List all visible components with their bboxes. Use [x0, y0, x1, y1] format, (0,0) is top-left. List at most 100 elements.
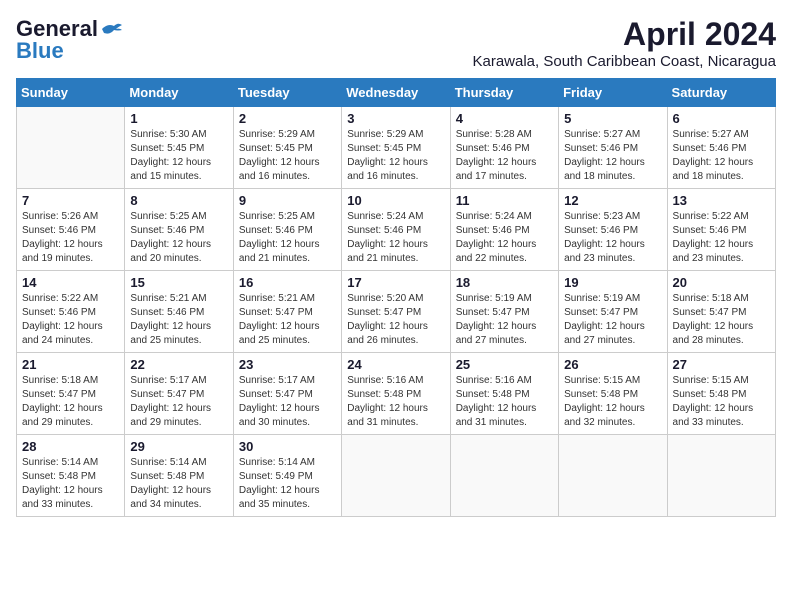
calendar-day-cell: 26 Sunrise: 5:15 AMSunset: 5:48 PMDayligh…	[559, 353, 667, 435]
calendar-day-cell	[667, 435, 775, 517]
day-info: Sunrise: 5:20 AMSunset: 5:47 PMDaylight:…	[347, 292, 444, 348]
day-number: 28	[22, 439, 119, 454]
day-number: 22	[130, 357, 227, 372]
calendar-day-cell	[17, 107, 125, 189]
location-subtitle: Karawala, South Caribbean Coast, Nicarag…	[472, 53, 776, 70]
day-number: 16	[239, 275, 336, 290]
day-number: 29	[130, 439, 227, 454]
calendar-col-header-friday: Friday	[559, 79, 667, 107]
calendar-col-header-monday: Monday	[125, 79, 233, 107]
day-number: 13	[673, 193, 770, 208]
day-number: 15	[130, 275, 227, 290]
calendar-day-cell	[342, 435, 450, 517]
day-number: 26	[564, 357, 661, 372]
day-number: 12	[564, 193, 661, 208]
calendar-day-cell: 29 Sunrise: 5:14 AMSunset: 5:48 PMDayligh…	[125, 435, 233, 517]
calendar-day-cell: 9 Sunrise: 5:25 AMSunset: 5:46 PMDaylight…	[233, 189, 341, 271]
day-info: Sunrise: 5:18 AMSunset: 5:47 PMDaylight:…	[673, 292, 770, 348]
calendar-day-cell: 21 Sunrise: 5:18 AMSunset: 5:47 PMDayligh…	[17, 353, 125, 435]
calendar-day-cell: 8 Sunrise: 5:25 AMSunset: 5:46 PMDaylight…	[125, 189, 233, 271]
day-number: 20	[673, 275, 770, 290]
day-number: 19	[564, 275, 661, 290]
day-info: Sunrise: 5:14 AMSunset: 5:48 PMDaylight:…	[130, 456, 227, 512]
calendar-day-cell: 27 Sunrise: 5:15 AMSunset: 5:48 PMDayligh…	[667, 353, 775, 435]
day-number: 2	[239, 111, 336, 126]
calendar-day-cell: 24 Sunrise: 5:16 AMSunset: 5:48 PMDayligh…	[342, 353, 450, 435]
day-number: 30	[239, 439, 336, 454]
day-info: Sunrise: 5:15 AMSunset: 5:48 PMDaylight:…	[673, 374, 770, 430]
day-info: Sunrise: 5:22 AMSunset: 5:46 PMDaylight:…	[673, 210, 770, 266]
day-number: 11	[456, 193, 553, 208]
calendar-day-cell: 18 Sunrise: 5:19 AMSunset: 5:47 PMDayligh…	[450, 271, 558, 353]
day-info: Sunrise: 5:14 AMSunset: 5:49 PMDaylight:…	[239, 456, 336, 512]
day-info: Sunrise: 5:28 AMSunset: 5:46 PMDaylight:…	[456, 128, 553, 184]
calendar-header-row: SundayMondayTuesdayWednesdayThursdayFrid…	[17, 79, 776, 107]
day-number: 4	[456, 111, 553, 126]
day-info: Sunrise: 5:24 AMSunset: 5:46 PMDaylight:…	[456, 210, 553, 266]
calendar-week-row: 1 Sunrise: 5:30 AMSunset: 5:45 PMDaylight…	[17, 107, 776, 189]
day-info: Sunrise: 5:16 AMSunset: 5:48 PMDaylight:…	[347, 374, 444, 430]
day-info: Sunrise: 5:17 AMSunset: 5:47 PMDaylight:…	[130, 374, 227, 430]
day-info: Sunrise: 5:30 AMSunset: 5:45 PMDaylight:…	[130, 128, 227, 184]
day-info: Sunrise: 5:25 AMSunset: 5:46 PMDaylight:…	[130, 210, 227, 266]
day-number: 8	[130, 193, 227, 208]
calendar-day-cell: 6 Sunrise: 5:27 AMSunset: 5:46 PMDaylight…	[667, 107, 775, 189]
day-info: Sunrise: 5:26 AMSunset: 5:46 PMDaylight:…	[22, 210, 119, 266]
title-section: April 2024 Karawala, South Caribbean Coa…	[472, 16, 776, 70]
day-info: Sunrise: 5:19 AMSunset: 5:47 PMDaylight:…	[456, 292, 553, 348]
calendar-week-row: 28 Sunrise: 5:14 AMSunset: 5:48 PMDayligh…	[17, 435, 776, 517]
calendar-day-cell: 2 Sunrise: 5:29 AMSunset: 5:45 PMDaylight…	[233, 107, 341, 189]
calendar-day-cell: 7Sunrise: 5:26 AMSunset: 5:46 PMDaylight…	[17, 189, 125, 271]
day-info: Sunrise: 5:19 AMSunset: 5:47 PMDaylight:…	[564, 292, 661, 348]
calendar-day-cell: 23 Sunrise: 5:17 AMSunset: 5:47 PMDayligh…	[233, 353, 341, 435]
calendar-day-cell: 3 Sunrise: 5:29 AMSunset: 5:45 PMDaylight…	[342, 107, 450, 189]
calendar-day-cell: 5 Sunrise: 5:27 AMSunset: 5:46 PMDaylight…	[559, 107, 667, 189]
calendar-col-header-wednesday: Wednesday	[342, 79, 450, 107]
day-info: Sunrise: 5:17 AMSunset: 5:47 PMDaylight:…	[239, 374, 336, 430]
calendar-week-row: 14 Sunrise: 5:22 AMSunset: 5:46 PMDayligh…	[17, 271, 776, 353]
logo-text-blue: Blue	[16, 38, 64, 64]
day-info: Sunrise: 5:18 AMSunset: 5:47 PMDaylight:…	[22, 374, 119, 430]
calendar-body: 1 Sunrise: 5:30 AMSunset: 5:45 PMDaylight…	[17, 107, 776, 517]
day-info: Sunrise: 5:21 AMSunset: 5:46 PMDaylight:…	[130, 292, 227, 348]
day-number: 6	[673, 111, 770, 126]
calendar-week-row: 21 Sunrise: 5:18 AMSunset: 5:47 PMDayligh…	[17, 353, 776, 435]
day-info: Sunrise: 5:27 AMSunset: 5:46 PMDaylight:…	[564, 128, 661, 184]
logo-bird-icon	[100, 21, 122, 37]
day-info: Sunrise: 5:23 AMSunset: 5:46 PMDaylight:…	[564, 210, 661, 266]
calendar-week-row: 7Sunrise: 5:26 AMSunset: 5:46 PMDaylight…	[17, 189, 776, 271]
day-info: Sunrise: 5:29 AMSunset: 5:45 PMDaylight:…	[347, 128, 444, 184]
logo: General Blue	[16, 16, 122, 64]
day-info: Sunrise: 5:25 AMSunset: 5:46 PMDaylight:…	[239, 210, 336, 266]
day-number: 10	[347, 193, 444, 208]
day-number: 21	[22, 357, 119, 372]
day-number: 9	[239, 193, 336, 208]
calendar-day-cell: 14 Sunrise: 5:22 AMSunset: 5:46 PMDayligh…	[17, 271, 125, 353]
day-number: 18	[456, 275, 553, 290]
calendar-day-cell: 15 Sunrise: 5:21 AMSunset: 5:46 PMDayligh…	[125, 271, 233, 353]
calendar-day-cell: 17 Sunrise: 5:20 AMSunset: 5:47 PMDayligh…	[342, 271, 450, 353]
page-header: General Blue April 2024 Karawala, South …	[16, 16, 776, 70]
calendar-col-header-saturday: Saturday	[667, 79, 775, 107]
day-number: 24	[347, 357, 444, 372]
day-info: Sunrise: 5:16 AMSunset: 5:48 PMDaylight:…	[456, 374, 553, 430]
calendar-day-cell: 12 Sunrise: 5:23 AMSunset: 5:46 PMDayligh…	[559, 189, 667, 271]
day-number: 1	[130, 111, 227, 126]
calendar-day-cell	[559, 435, 667, 517]
day-info: Sunrise: 5:29 AMSunset: 5:45 PMDaylight:…	[239, 128, 336, 184]
day-info: Sunrise: 5:27 AMSunset: 5:46 PMDaylight:…	[673, 128, 770, 184]
day-info: Sunrise: 5:15 AMSunset: 5:48 PMDaylight:…	[564, 374, 661, 430]
day-number: 5	[564, 111, 661, 126]
day-number: 3	[347, 111, 444, 126]
calendar-day-cell: 16Sunrise: 5:21 AMSunset: 5:47 PMDayligh…	[233, 271, 341, 353]
calendar-table: SundayMondayTuesdayWednesdayThursdayFrid…	[16, 78, 776, 517]
day-number: 14	[22, 275, 119, 290]
calendar-day-cell: 4 Sunrise: 5:28 AMSunset: 5:46 PMDaylight…	[450, 107, 558, 189]
day-number: 17	[347, 275, 444, 290]
calendar-day-cell: 22 Sunrise: 5:17 AMSunset: 5:47 PMDayligh…	[125, 353, 233, 435]
day-number: 27	[673, 357, 770, 372]
calendar-day-cell: 19 Sunrise: 5:19 AMSunset: 5:47 PMDayligh…	[559, 271, 667, 353]
day-number: 23	[239, 357, 336, 372]
day-info: Sunrise: 5:22 AMSunset: 5:46 PMDaylight:…	[22, 292, 119, 348]
calendar-day-cell: 11 Sunrise: 5:24 AMSunset: 5:46 PMDayligh…	[450, 189, 558, 271]
